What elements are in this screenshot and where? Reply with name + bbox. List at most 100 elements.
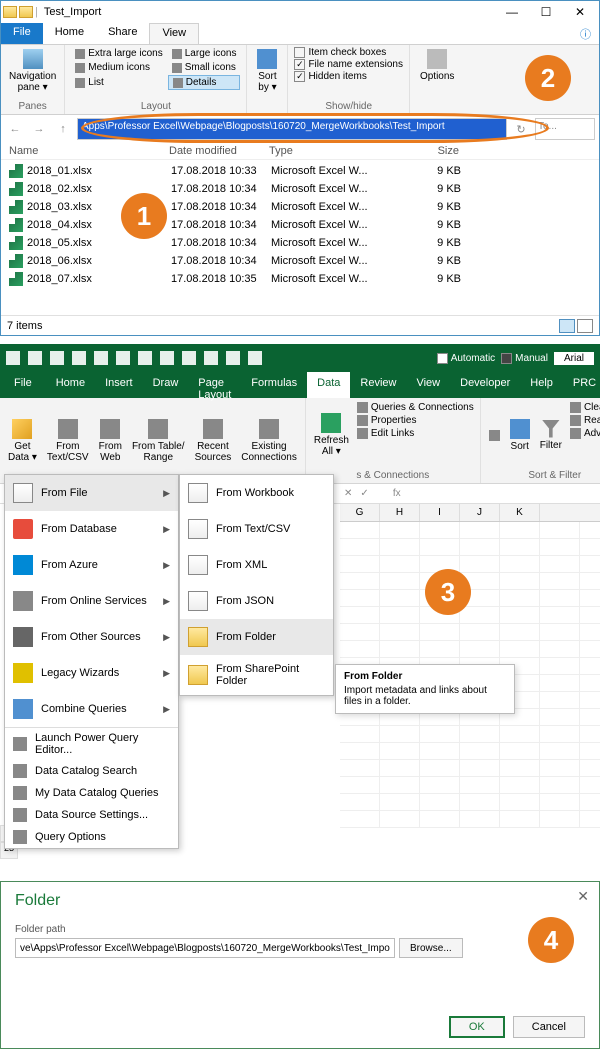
save-icon[interactable] (6, 351, 20, 365)
refresh-all-button[interactable]: Refresh All ▾ (310, 400, 353, 470)
file-list-headers[interactable]: Name Date modified Type Size (1, 143, 599, 160)
grid-row[interactable] (340, 811, 600, 828)
grid-row[interactable] (340, 777, 600, 794)
minimize-button[interactable]: — (495, 2, 529, 22)
layout-small[interactable]: Small icons (168, 61, 241, 74)
tab-review[interactable]: Review (350, 372, 406, 398)
menu-item-from-online-services[interactable]: From Online Services▶ (5, 583, 178, 619)
grid-row[interactable] (340, 726, 600, 743)
sort-az-button[interactable] (485, 400, 504, 470)
tab-formulas[interactable]: Formulas (241, 372, 307, 398)
search-input[interactable]: Te... (535, 118, 595, 140)
menu-item-legacy-wizards[interactable]: Legacy Wizards▶ (5, 655, 178, 691)
browse-button[interactable]: Browse... (399, 938, 463, 958)
layout-details[interactable]: Details (168, 75, 241, 90)
file-row[interactable]: 2018_07.xlsx 17.08.2018 10:35 Microsoft … (1, 270, 599, 288)
grid-row[interactable] (340, 539, 600, 556)
grid-row[interactable] (340, 760, 600, 777)
recent-sources-button[interactable]: Recent Sources (191, 400, 236, 481)
menu-item-from-other-sources[interactable]: From Other Sources▶ (5, 619, 178, 655)
sort-button[interactable]: Sort (506, 400, 534, 470)
file-row[interactable]: 2018_02.xlsx 17.08.2018 10:34 Microsoft … (1, 180, 599, 198)
explorer-titlebar[interactable]: | Test_Import — ☐ ✕ (1, 1, 599, 23)
grid-row[interactable] (340, 743, 600, 760)
layout-medium[interactable]: Medium icons (71, 61, 166, 74)
calc-manual[interactable]: Manual (501, 353, 548, 364)
refresh-button[interactable]: ↻ (511, 119, 531, 139)
submenu-item-from-json[interactable]: From JSON (180, 583, 333, 619)
layout-large[interactable]: Large icons (168, 47, 241, 60)
option-item-checkboxes[interactable]: Item check boxes (294, 47, 403, 58)
tab-home[interactable]: Home (43, 23, 96, 44)
advanced-button[interactable]: Advance (570, 428, 600, 439)
menu-item-from-azure[interactable]: From Azure▶ (5, 547, 178, 583)
option-hidden-items[interactable]: ✓Hidden items (294, 71, 403, 82)
menu-item-launch-power-query-editor-[interactable]: Launch Power Query Editor... (5, 727, 178, 760)
grid-row[interactable] (340, 607, 600, 624)
queries-connections-button[interactable]: Queries & Connections (357, 402, 474, 413)
file-row[interactable]: 2018_04.xlsx 17.08.2018 10:34 Microsoft … (1, 216, 599, 234)
view-details-icon[interactable] (559, 319, 575, 333)
qat-icon[interactable] (160, 351, 174, 365)
reapply-button[interactable]: Reapply (570, 415, 600, 426)
submenu-item-from-sharepoint-folder[interactable]: From SharePoint Folder (180, 655, 333, 695)
column-header[interactable]: G (340, 504, 380, 521)
tab-view[interactable]: View (406, 372, 450, 398)
submenu-item-from-workbook[interactable]: From Workbook (180, 475, 333, 511)
maximize-button[interactable]: ☐ (529, 2, 563, 22)
properties-button[interactable]: Properties (357, 415, 474, 426)
menu-item-combine-queries[interactable]: Combine Queries▶ (5, 691, 178, 727)
tab-help[interactable]: Help (520, 372, 563, 398)
calc-automatic[interactable]: ✓Automatic (437, 353, 495, 364)
column-header[interactable]: I (420, 504, 460, 521)
tab-prc[interactable]: PRC (563, 372, 600, 398)
tab-draw[interactable]: Draw (143, 372, 189, 398)
file-row[interactable]: 2018_03.xlsx 17.08.2018 10:34 Microsoft … (1, 198, 599, 216)
back-button[interactable]: ← (5, 119, 25, 139)
submenu-item-from-text-csv[interactable]: From Text/CSV (180, 511, 333, 547)
menu-item-data-catalog-search[interactable]: Data Catalog Search (5, 760, 178, 782)
existing-connections-button[interactable]: Existing Connections (237, 400, 301, 481)
close-button[interactable]: ✕ (563, 2, 597, 22)
column-header[interactable]: J (460, 504, 500, 521)
from-table-button[interactable]: From Table/ Range (128, 400, 189, 481)
cancel-button[interactable]: Cancel (513, 1016, 585, 1038)
qat-icon[interactable] (226, 351, 240, 365)
qat-icon[interactable] (116, 351, 130, 365)
edit-links-button[interactable]: Edit Links (357, 428, 474, 439)
tab-file[interactable]: File (0, 372, 46, 398)
grid-row[interactable] (340, 522, 600, 539)
options-button[interactable]: Options (416, 47, 458, 84)
help-icon[interactable]: ⓘ (572, 23, 599, 44)
undo-icon[interactable] (28, 351, 42, 365)
submenu-item-from-folder[interactable]: From Folder (180, 619, 333, 655)
header-type[interactable]: Type (269, 145, 399, 157)
grid-row[interactable] (340, 556, 600, 573)
tab-view[interactable]: View (149, 23, 199, 44)
qat-icon[interactable] (72, 351, 86, 365)
folder-path-input[interactable] (15, 938, 395, 958)
tab-share[interactable]: Share (96, 23, 149, 44)
navigation-pane-button[interactable]: Navigation pane ▾ (7, 47, 58, 95)
tab-developer[interactable]: Developer (450, 372, 520, 398)
header-size[interactable]: Size (399, 145, 459, 157)
redo-icon[interactable] (50, 351, 64, 365)
qat-icon[interactable] (94, 351, 108, 365)
forward-button[interactable]: → (29, 119, 49, 139)
file-row[interactable]: 2018_05.xlsx 17.08.2018 10:34 Microsoft … (1, 234, 599, 252)
tab-page-layout[interactable]: Page Layout (188, 372, 241, 398)
clear-button[interactable]: Clear (570, 402, 600, 413)
column-headers[interactable]: GHIJK (340, 504, 600, 522)
dialog-close-button[interactable]: ✕ (577, 888, 589, 905)
menu-item-from-database[interactable]: From Database▶ (5, 511, 178, 547)
layout-list[interactable]: List (71, 75, 166, 90)
qat-icon[interactable] (248, 351, 262, 365)
file-row[interactable]: 2018_01.xlsx 17.08.2018 10:33 Microsoft … (1, 162, 599, 180)
ok-button[interactable]: OK (449, 1016, 505, 1038)
header-name[interactable]: Name (9, 145, 169, 157)
layout-extra-large[interactable]: Extra large icons (71, 47, 166, 60)
menu-item-from-file[interactable]: From File▶ (5, 475, 178, 511)
menu-item-data-source-settings-[interactable]: Data Source Settings... (5, 804, 178, 826)
file-row[interactable]: 2018_06.xlsx 17.08.2018 10:34 Microsoft … (1, 252, 599, 270)
tab-insert[interactable]: Insert (95, 372, 143, 398)
